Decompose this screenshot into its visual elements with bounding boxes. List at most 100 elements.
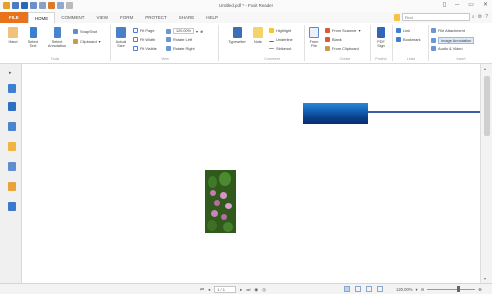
highlight-icon <box>269 28 274 33</box>
link-button[interactable]: Link <box>396 28 410 33</box>
next-page-icon[interactable]: ▸ <box>240 287 242 293</box>
tab-comment[interactable]: COMMENT <box>55 12 90 23</box>
from-scanner-button[interactable]: From Scanner ▾ <box>325 28 361 33</box>
rotate-right-button[interactable]: Rotate Right <box>166 46 195 51</box>
comments-panel-icon[interactable] <box>8 142 16 151</box>
continuous-icon[interactable] <box>355 286 361 292</box>
zoom-percentage[interactable]: 120.00% <box>396 287 413 292</box>
tab-help[interactable]: HELP <box>200 12 224 23</box>
single-page-icon[interactable] <box>344 286 350 292</box>
note-button[interactable]: Note <box>251 27 265 44</box>
search-input[interactable] <box>401 13 470 21</box>
zoom-select[interactable]: 120.00% <box>173 28 194 34</box>
tab-form[interactable]: FORM <box>114 12 139 23</box>
link-icon <box>396 28 401 33</box>
tab-protect[interactable]: PROTECT <box>139 12 173 23</box>
continuous-facing-icon[interactable] <box>377 286 383 292</box>
highlight-button[interactable]: Highlight <box>269 28 291 33</box>
bookmarks-panel-icon[interactable] <box>8 84 16 93</box>
zoom-in-icon[interactable]: ⊕ <box>478 287 482 292</box>
folder-icon[interactable] <box>393 13 400 21</box>
previous-page-icon[interactable]: ◂ <box>208 287 210 293</box>
document-page[interactable] <box>22 64 480 283</box>
image-annotation-button[interactable]: Image Annotation <box>431 37 475 44</box>
scroll-down-icon[interactable]: ▾ <box>484 276 486 281</box>
attachments-panel-icon[interactable] <box>8 162 16 171</box>
zoom-out-icon[interactable]: ⊖ <box>421 287 425 292</box>
group-label-create: Create <box>339 57 351 61</box>
divider <box>110 25 111 61</box>
first-page-icon[interactable]: ⏮ <box>200 287 204 292</box>
layers-panel-icon[interactable] <box>8 122 16 131</box>
typewriter-button[interactable]: Typewriter <box>225 27 249 44</box>
group-label-links: Links <box>406 57 416 61</box>
audio-video-button[interactable]: Audio & Video <box>431 46 463 51</box>
page-number-input[interactable]: 1 / 1 <box>214 286 237 293</box>
search-icon[interactable]: ⌕ <box>472 14 475 20</box>
fit-visible-button[interactable]: Fit Visible <box>133 46 157 51</box>
minimize-icon[interactable]: ─ <box>455 2 459 9</box>
expand-panel-icon[interactable]: ▸ <box>9 70 12 76</box>
clipboard-icon <box>325 46 330 51</box>
chevron-down-icon: ▾ <box>358 28 361 33</box>
bookmark-button[interactable]: Bookmark <box>396 37 421 42</box>
zoom-slider-knob[interactable] <box>456 286 460 292</box>
search-tools: ⌕ ⚙ ? <box>472 14 488 20</box>
underline-button[interactable]: Underline <box>269 37 293 42</box>
search-area: ⌕ ⚙ ? <box>393 13 488 21</box>
fit-page-button[interactable]: Fit Page <box>133 28 155 33</box>
scanner-icon <box>325 28 330 33</box>
vertical-scrollbar[interactable]: ▴ ▾ <box>480 64 492 283</box>
select-text-button[interactable]: Select Text <box>24 27 42 49</box>
hand-button[interactable]: Hand <box>6 27 20 44</box>
ribbon-toggle-icon[interactable]: ▯ <box>443 2 446 9</box>
page-navigation: ⏮ ◂ 1 / 1 ▸ ⏭ ◉ ◎ <box>200 286 266 293</box>
group-label-view: View <box>161 57 169 61</box>
typewriter-icon <box>232 27 242 38</box>
fit-width-button[interactable]: Fit Width <box>133 37 155 42</box>
strikeout-button[interactable]: Strikeout <box>269 46 291 51</box>
pages-panel-icon[interactable] <box>8 102 16 111</box>
from-clipboard-button[interactable]: From Clipboard <box>325 46 359 51</box>
zoom-slider[interactable] <box>427 286 476 292</box>
scroll-thumb[interactable] <box>484 76 490 136</box>
tab-view[interactable]: VIEW <box>91 12 115 23</box>
tab-file[interactable]: FILE <box>0 12 28 23</box>
line-annotation[interactable] <box>368 111 484 113</box>
snapshot-button[interactable]: SnapShot <box>73 29 97 34</box>
blank-button[interactable]: Blank <box>325 37 342 42</box>
security-panel-icon[interactable] <box>8 182 16 191</box>
flower-image[interactable] <box>205 170 236 233</box>
settings-icon[interactable]: ⚙ <box>478 14 482 20</box>
file-attachment-button[interactable]: File Attachment <box>431 28 465 33</box>
next-view-icon[interactable]: ◎ <box>262 287 266 293</box>
image-icon <box>431 38 436 43</box>
close-icon[interactable]: ✕ <box>483 2 488 9</box>
rotate-left-button[interactable]: Rotate Left <box>166 37 192 42</box>
divider <box>392 25 393 61</box>
tab-share[interactable]: SHARE <box>173 12 201 23</box>
chevron-down-icon[interactable]: ▾ <box>196 29 198 34</box>
maximize-icon[interactable]: ▭ <box>468 2 474 9</box>
facing-icon[interactable] <box>366 286 372 292</box>
last-page-icon[interactable]: ⏭ <box>246 287 250 292</box>
underline-icon <box>269 37 274 42</box>
film-icon <box>431 46 436 51</box>
chevron-down-icon[interactable]: ▾ <box>416 287 418 292</box>
navigation-panel: ▸ <box>0 64 22 283</box>
zoom-in-icon[interactable]: ⊕ <box>200 29 203 34</box>
blue-banner-image[interactable] <box>303 103 368 124</box>
actual-size-button[interactable]: Actual Size <box>113 27 129 49</box>
text-cursor-icon <box>29 27 37 38</box>
clipboard-button[interactable]: Clipboard ▾ <box>73 39 101 44</box>
actual-size-icon <box>116 27 126 38</box>
scroll-up-icon[interactable]: ▴ <box>484 66 486 71</box>
rotate-right-icon <box>166 46 171 51</box>
select-annotation-button[interactable]: Select Annotation <box>44 27 70 49</box>
help-icon[interactable]: ? <box>485 14 488 20</box>
from-file-button[interactable]: From File <box>307 27 321 49</box>
previous-view-icon[interactable]: ◉ <box>254 287 258 293</box>
signatures-panel-icon[interactable] <box>8 202 16 211</box>
pdf-sign-button[interactable]: PDF Sign <box>373 27 389 49</box>
tab-home[interactable]: HOME <box>27 12 56 23</box>
